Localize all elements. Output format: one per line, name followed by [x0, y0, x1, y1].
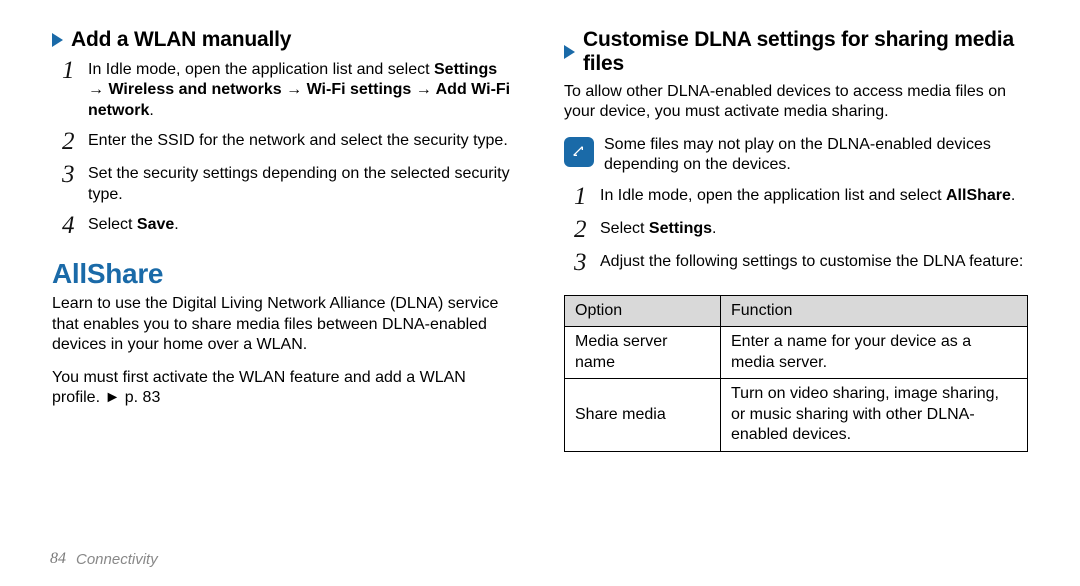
step-body: Select Save. [88, 213, 179, 238]
step-number: 1 [574, 184, 600, 209]
table-header-cell: Option [565, 295, 721, 326]
heading-text: Customise DLNA settings for sharing medi… [583, 28, 1028, 76]
step-number: 1 [62, 58, 88, 121]
paragraph: Learn to use the Digital Living Network … [52, 294, 516, 355]
note-block: Some files may not play on the DLNA-enab… [564, 135, 1028, 176]
step-item: 2 Select Settings. [574, 217, 1028, 242]
note-text: Some files may not play on the DLNA-enab… [604, 135, 1028, 176]
step-number: 3 [574, 250, 600, 275]
step-body: Set the security settings depending on t… [88, 162, 516, 205]
step-number: 2 [574, 217, 600, 242]
step-body: Adjust the following settings to customi… [600, 250, 1023, 275]
options-table: Option Function Media server name Enter … [564, 295, 1028, 452]
heading-add-wlan: Add a WLAN manually [52, 28, 516, 52]
step-number: 4 [62, 213, 88, 238]
step-body: In Idle mode, open the application list … [88, 58, 516, 121]
step-item: 4 Select Save. [62, 213, 516, 238]
table-header-cell: Function [721, 295, 1028, 326]
heading-text: Add a WLAN manually [71, 28, 291, 52]
chevron-right-icon [564, 45, 575, 59]
table-cell: Turn on video sharing, image sharing, or… [721, 379, 1028, 451]
step-item: 3 Set the security settings depending on… [62, 162, 516, 205]
paragraph: You must first activate the WLAN feature… [52, 368, 516, 409]
chevron-right-icon [52, 33, 63, 47]
step-body: Enter the SSID for the network and selec… [88, 129, 508, 154]
step-body: In Idle mode, open the application list … [600, 184, 1015, 209]
paragraph: To allow other DLNA-enabled devices to a… [564, 82, 1028, 123]
table-header-row: Option Function [565, 295, 1028, 326]
heading-customise-dlna: Customise DLNA settings for sharing medi… [564, 28, 1028, 76]
step-number: 2 [62, 129, 88, 154]
step-item: 1 In Idle mode, open the application lis… [62, 58, 516, 121]
table-row: Media server name Enter a name for your … [565, 327, 1028, 379]
table-cell: Enter a name for your device as a media … [721, 327, 1028, 379]
page-footer: 84 Connectivity [50, 550, 158, 568]
note-icon [564, 137, 594, 167]
step-number: 3 [62, 162, 88, 205]
step-body: Select Settings. [600, 217, 717, 242]
step-item: 1 In Idle mode, open the application lis… [574, 184, 1028, 209]
table-cell: Media server name [565, 327, 721, 379]
table-row: Share media Turn on video sharing, image… [565, 379, 1028, 451]
section-name: Connectivity [76, 551, 158, 568]
table-cell: Share media [565, 379, 721, 451]
step-item: 2 Enter the SSID for the network and sel… [62, 129, 516, 154]
page-number: 84 [50, 550, 66, 568]
section-title-allshare: AllShare [52, 258, 516, 290]
step-item: 3 Adjust the following settings to custo… [574, 250, 1028, 275]
